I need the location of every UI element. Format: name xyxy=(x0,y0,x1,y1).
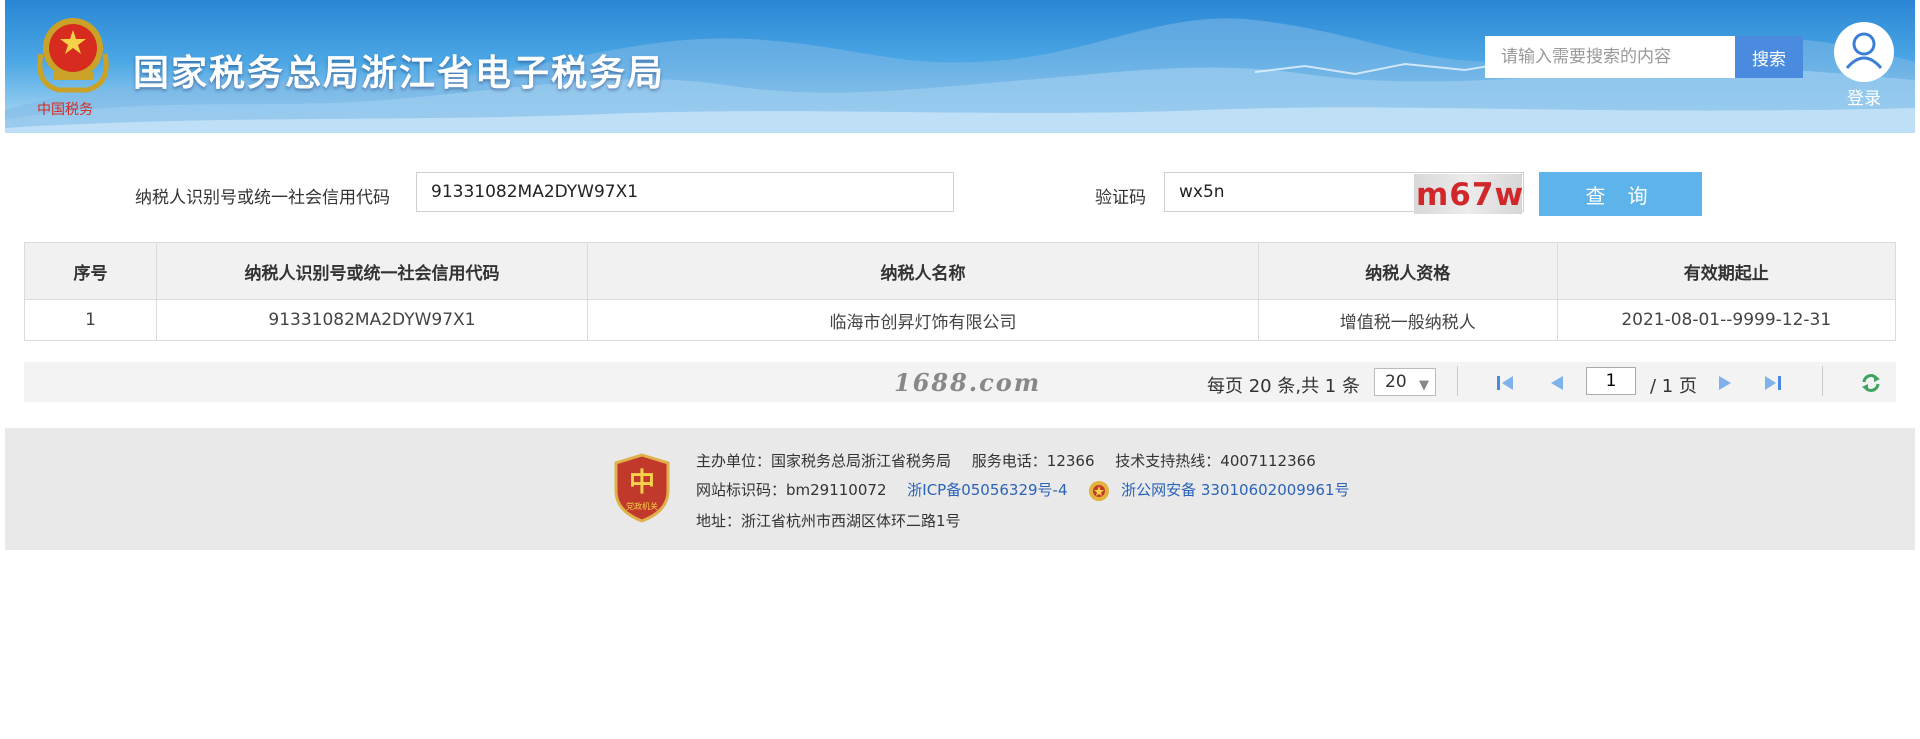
cell-taxpayer-id: 91331082MA2DYW97X1 xyxy=(155,299,588,341)
footer-sponsor: 主办单位：国家税务总局浙江省税务局 xyxy=(696,452,952,470)
column-header-validity: 有效期起止 xyxy=(1556,242,1896,300)
site-header: 中国税务 国家税务总局浙江省电子税务局 搜索 登录 xyxy=(5,0,1915,133)
page-summary: 每页 20 条,共 1 条 xyxy=(1207,376,1360,397)
svg-text:中: 中 xyxy=(629,468,655,498)
login-button[interactable]: 登录 xyxy=(1831,22,1897,109)
captcha-image-text: m67w xyxy=(1416,177,1522,213)
page-size-value: 20 xyxy=(1385,372,1407,392)
search-button[interactable]: 搜索 xyxy=(1735,36,1803,78)
column-header-index: 序号 xyxy=(24,242,157,300)
pager-divider xyxy=(1822,366,1823,396)
footer-site-id: 网站标识码：bm29110072 xyxy=(696,481,887,499)
total-pages: / 1 页 xyxy=(1650,376,1697,397)
table-header-row: 序号 纳税人识别号或统一社会信用代码 纳税人名称 纳税人资格 有效期起止 xyxy=(24,242,1896,300)
query-button[interactable]: 查 询 xyxy=(1539,172,1702,216)
pager-divider xyxy=(1457,366,1458,396)
watermark: 1688.com xyxy=(894,368,1042,397)
refresh-icon[interactable] xyxy=(1860,372,1882,394)
icp-link[interactable]: 浙ICP备05056329号-4 xyxy=(907,481,1067,499)
police-badge-icon xyxy=(1089,480,1110,501)
current-page-input[interactable] xyxy=(1586,367,1636,395)
captcha-image[interactable]: m67w xyxy=(1414,174,1522,214)
column-header-taxpayer-id: 纳税人识别号或统一社会信用代码 xyxy=(155,242,588,300)
query-form: 纳税人识别号或统一社会信用代码 验证码 m67w 查 询 xyxy=(0,172,1920,216)
user-icon xyxy=(1845,32,1883,70)
results-table: 序号 纳税人识别号或统一社会信用代码 纳税人名称 纳税人资格 有效期起止 1 9… xyxy=(24,242,1896,341)
column-header-taxpayer-name: 纳税人名称 xyxy=(586,242,1260,300)
national-emblem-icon: 中国税务 xyxy=(37,18,109,118)
page-size-select[interactable]: 20 ▼ xyxy=(1374,368,1436,396)
avatar xyxy=(1834,22,1894,82)
badge-caption: 党政机关 xyxy=(626,501,658,511)
footer-line-1: 主办单位：国家税务总局浙江省税务局 服务电话：12366 技术支持热线：4007… xyxy=(696,450,1316,471)
taxpayer-id-input[interactable] xyxy=(416,172,954,212)
table-row: 1 91331082MA2DYW97X1 临海市创昇灯饰有限公司 增值税一般纳税… xyxy=(24,299,1896,341)
first-page-icon[interactable] xyxy=(1494,372,1516,394)
cell-index: 1 xyxy=(24,299,157,341)
chevron-down-icon: ▼ xyxy=(1419,378,1429,393)
government-badge-icon[interactable]: 中 党政机关 xyxy=(612,453,672,523)
site-footer: 中 党政机关 主办单位：国家税务总局浙江省税务局 服务电话：12366 技术支持… xyxy=(5,428,1915,550)
taxpayer-id-label: 纳税人识别号或统一社会信用代码 xyxy=(135,188,390,208)
last-page-icon[interactable] xyxy=(1762,372,1784,394)
pagination-bar: 1688.com 每页 20 条,共 1 条 20 ▼ / 1 页 xyxy=(24,362,1896,402)
emblem-caption: 中国税务 xyxy=(37,102,93,118)
footer-address: 地址：浙江省杭州市西湖区体环二路1号 xyxy=(696,512,961,530)
login-label: 登录 xyxy=(1847,89,1881,109)
footer-service-phone: 服务电话：12366 xyxy=(971,452,1095,470)
cell-taxpayer-name: 临海市创昇灯饰有限公司 xyxy=(586,299,1260,341)
column-header-qualification: 纳税人资格 xyxy=(1258,242,1558,300)
search-input[interactable] xyxy=(1485,36,1735,78)
cell-qualification: 增值税一般纳税人 xyxy=(1258,299,1558,341)
cell-validity: 2021-08-01--9999-12-31 xyxy=(1556,299,1896,341)
site-title: 国家税务总局浙江省电子税务局 xyxy=(133,53,666,94)
footer-support-hotline: 技术支持热线：4007112366 xyxy=(1115,452,1316,470)
footer-line-2: 网站标识码：bm29110072 浙ICP备05056329号-4 浙公网安备 … xyxy=(696,479,1349,502)
police-record-link[interactable]: 浙公网安备 33010602009961号 xyxy=(1121,481,1349,499)
previous-page-icon[interactable] xyxy=(1546,372,1568,394)
next-page-icon[interactable] xyxy=(1714,372,1736,394)
captcha-label: 验证码 xyxy=(1095,188,1146,208)
